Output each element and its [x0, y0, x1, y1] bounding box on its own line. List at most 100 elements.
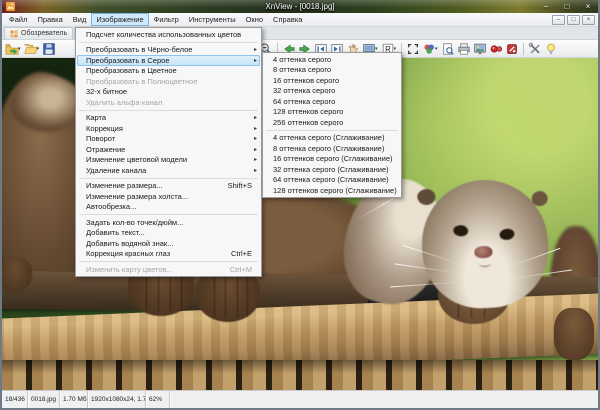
titlebar[interactable]: XnView - [0018.jpg] –□×	[2, 0, 598, 13]
otter-mouth	[479, 260, 491, 268]
red-stamp-button[interactable]	[504, 41, 520, 57]
preview-icon	[441, 42, 455, 56]
dropdown-caret-icon[interactable]: ▾	[37, 46, 40, 52]
image-menu-item[interactable]: Добавить водяной знак...	[77, 238, 260, 249]
menu-item-label: Задать кол-во точек/дюйм...	[86, 218, 183, 227]
gray-submenu-item[interactable]: 16 оттенков серого	[264, 75, 400, 86]
menu-edit[interactable]: Правка	[32, 13, 67, 26]
red-eye-icon	[489, 42, 503, 56]
menu-item-shortcut: Ctrl+E	[231, 249, 257, 258]
print-button[interactable]	[456, 41, 472, 57]
image-menu-item[interactable]: Добавить текст...	[77, 228, 260, 239]
image-menu-item[interactable]: Автообрезка...	[77, 202, 260, 213]
menu-help[interactable]: Справка	[268, 13, 307, 26]
image-menu-item[interactable]: Отражение▸	[77, 144, 260, 155]
menu-file[interactable]: Файл	[4, 13, 32, 26]
image-menu-item[interactable]: Преобразовать в Серое▸	[77, 55, 260, 66]
gray-submenu-item[interactable]: 64 оттенка серого	[264, 96, 400, 107]
submenu-arrow-icon: ▸	[250, 156, 257, 163]
mdi-close-button[interactable]: ×	[582, 15, 595, 25]
menu-item-label: Преобразовать в Чёрно-белое	[86, 45, 192, 54]
submenu-arrow-icon: ▸	[250, 167, 257, 174]
dropdown-caret-icon[interactable]: ▾	[18, 46, 21, 52]
image-menu-item[interactable]: Поворот▸	[77, 134, 260, 145]
image-menu-item[interactable]: Коррекция▸	[77, 123, 260, 134]
tab-browser[interactable]: Обозреватель	[4, 27, 73, 39]
menu-separator	[79, 42, 258, 43]
mdi-minimize-button[interactable]: –	[552, 15, 565, 25]
menu-item-shortcut: Ctrl+M	[230, 265, 257, 274]
menu-item-label: 8 оттенка серого	[273, 65, 331, 74]
gray-submenu-item[interactable]: 256 оттенков серого	[264, 117, 400, 128]
gray-submenu-item[interactable]: 8 оттенка серого	[264, 65, 400, 76]
image-menu-item[interactable]: Изменение цветовой модели ▸	[77, 155, 260, 166]
image-menu-item[interactable]: 32-х битное	[77, 87, 260, 98]
menu-filter[interactable]: Фильтр	[149, 13, 184, 26]
menu-item-label: Изменение размера...	[86, 181, 163, 190]
maximize-button[interactable]: □	[561, 1, 573, 12]
caption-buttons: –□ ×	[540, 1, 594, 12]
submenu-arrow-icon: ▸	[250, 146, 257, 153]
image-menu-item: Преобразовать в Полноцветное	[77, 76, 260, 87]
hints-button[interactable]	[543, 41, 559, 57]
gray-submenu-item[interactable]: 32 оттенка серого (Сглаживание)	[264, 164, 400, 175]
mdi-restore-button[interactable]: □	[567, 15, 580, 25]
minimize-button[interactable]: –	[540, 1, 552, 12]
crop-button[interactable]	[405, 41, 421, 57]
red-stamp-icon	[505, 42, 519, 56]
crop-icon	[406, 42, 420, 56]
gray-submenu-item[interactable]: 32 оттенка серого	[264, 86, 400, 97]
fence-pickets	[2, 360, 598, 390]
menu-item-label: Преобразовать в Полноцветное	[86, 77, 198, 86]
gray-submenu-item[interactable]: 128 оттенков серого (Сглаживание)	[264, 185, 400, 196]
image-menu-item[interactable]: Задать кол-во точек/дюйм...	[77, 217, 260, 228]
image-menu-item[interactable]: Изменение размера...Shift+S	[77, 181, 260, 192]
dropdown-caret-icon[interactable]: ▾	[435, 46, 438, 52]
image-menu-item: Удалить альфа-канал	[77, 97, 260, 108]
image-menu-item[interactable]: Удаление канала▸	[77, 165, 260, 176]
statusbar: 18/4360018.jpg1.70 Мб1920x1080x24, 1.786…	[2, 390, 598, 408]
image-menu-item[interactable]: Подсчет количества использованных цветов	[77, 29, 260, 40]
settings-tools-button[interactable]	[527, 41, 543, 57]
menu-item-label: Поворот	[86, 134, 115, 143]
folder-open-icon	[24, 42, 38, 56]
image-menu-item[interactable]: Изменение размера холста...	[77, 191, 260, 202]
gray-submenu-item[interactable]: 4 оттенка серого (Сглаживание)	[264, 133, 400, 144]
gray-submenu-item[interactable]: 128 оттенков серого	[264, 107, 400, 118]
red-eye-button[interactable]	[488, 41, 504, 57]
preview-button[interactable]	[440, 41, 456, 57]
image-menu-item[interactable]: Преобразовать в Чёрно-белое▸	[77, 45, 260, 56]
menu-item-label: 128 оттенков серого	[273, 107, 343, 116]
gray-submenu-item[interactable]: 4 оттенка серого	[264, 54, 400, 65]
save-button[interactable]	[41, 41, 57, 57]
menu-item-label: Добавить водяной знак...	[86, 239, 173, 248]
menu-image[interactable]: Изображение	[91, 13, 148, 26]
slideshow-button[interactable]	[472, 41, 488, 57]
menu-item-label: Карта	[86, 113, 106, 122]
gray-submenu-item[interactable]: 8 оттенка серого (Сглаживание)	[264, 143, 400, 154]
menu-separator	[79, 110, 258, 111]
gray-submenu-item[interactable]: 64 оттенка серого (Сглаживание)	[264, 175, 400, 186]
menu-item-label: 32 оттенка серого	[273, 86, 335, 95]
otter-eye	[453, 225, 469, 237]
menu-tools[interactable]: Инструменты	[184, 13, 241, 26]
close-button[interactable]: ×	[582, 1, 594, 12]
toolbar-left-group: ▾▾	[4, 41, 57, 57]
image-menu-item[interactable]: Коррекция красных глазCtrl+E	[77, 249, 260, 260]
status-filesize: 1.70 Мб	[60, 391, 88, 408]
menu-item-label: Изменение размера холста...	[86, 192, 188, 201]
otter-eye	[499, 228, 516, 241]
gray-submenu: 4 оттенка серого8 оттенка серого 16 оттен…	[262, 52, 402, 198]
menu-window[interactable]: Окно	[241, 13, 268, 26]
menu-item-label: 16 оттенков серого	[273, 76, 339, 85]
image-menu-item[interactable]: Преобразовать в Цветное	[77, 66, 260, 77]
image-menu-item[interactable]: Карта▸	[77, 113, 260, 124]
menu-item-label: Изменение цветовой модели	[86, 155, 187, 164]
tools-icon	[528, 42, 542, 56]
mdi-buttons: –□×	[552, 15, 596, 25]
gray-submenu-item[interactable]: 16 оттенков серого (Сглаживание)	[264, 154, 400, 165]
menu-view[interactable]: Вид	[68, 13, 92, 26]
toolbar-separator	[523, 43, 524, 55]
menu-item-label: 64 оттенка серого	[273, 97, 335, 106]
status-filename: 0018.jpg	[28, 391, 60, 408]
